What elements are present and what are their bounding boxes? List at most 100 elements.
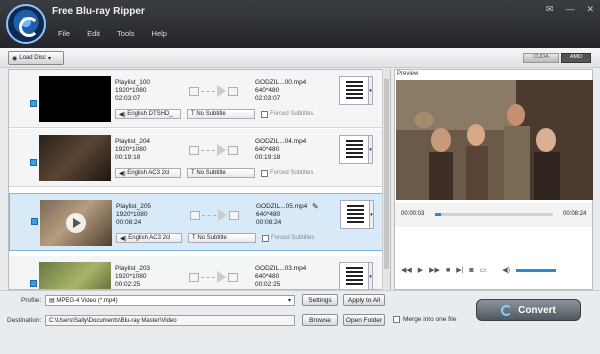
video-thumbnail[interactable] bbox=[39, 262, 111, 289]
audio-track-select[interactable]: ◀) English AC3 2cl bbox=[115, 168, 181, 178]
open-folder-button[interactable]: Open Folder bbox=[343, 314, 385, 326]
preview-frame-image bbox=[396, 80, 593, 200]
forced-subtitles[interactable]: Forced Subtitles bbox=[262, 234, 314, 242]
title-bar: Free Blu-ray Ripper File Edit Tools Help… bbox=[0, 0, 600, 48]
source-resolution: 1920*1080 bbox=[115, 273, 147, 280]
source-info: Playlist_205 1920*1080 00:08:24 bbox=[116, 203, 151, 227]
format-dropdown-icon[interactable]: ▾ bbox=[369, 200, 374, 229]
chevron-down-icon[interactable]: ▾ bbox=[48, 55, 51, 62]
audio-track-select[interactable]: ◀) English AC3 2cl bbox=[116, 233, 182, 243]
edit-pencil-icon[interactable]: ✎ bbox=[312, 202, 319, 211]
list-item[interactable]: Playlist_203 1920*1080 00:02:25 GODZIL..… bbox=[9, 256, 383, 289]
source-duration: 00:08:24 bbox=[116, 219, 142, 226]
format-dropdown-icon[interactable]: ▾ bbox=[368, 76, 373, 105]
forced-subtitles[interactable]: Forced Subtitles bbox=[261, 110, 313, 118]
source-duration: 00:19:18 bbox=[115, 154, 141, 161]
video-thumbnail[interactable] bbox=[40, 200, 112, 246]
speaker-icon: ◀) bbox=[119, 170, 128, 177]
subtitle-select[interactable]: T No Subtitle bbox=[187, 168, 255, 178]
output-resolution: 640*480 bbox=[255, 146, 280, 153]
convert-button[interactable]: Convert bbox=[476, 299, 581, 321]
output-info: GODZIL...03.mp4 640*480 00:02:25 bbox=[255, 265, 306, 289]
subtitle-select[interactable]: T No Subtitle bbox=[188, 233, 256, 243]
play-icon[interactable] bbox=[66, 213, 86, 233]
prev-frame-icon[interactable]: ◀◀ bbox=[401, 266, 412, 274]
track-controls: ◀) English AC3 2cl T No Subtitle Forced … bbox=[116, 232, 314, 244]
source-resolution: 1920*1080 bbox=[115, 87, 147, 94]
subtitle-select[interactable]: T No Subtitle bbox=[187, 109, 255, 119]
audio-track-select[interactable]: ◀) English DTSHD_ bbox=[115, 109, 181, 119]
profile-select[interactable]: ▤ MPEG-4 Video (*.mp4) ▾ bbox=[45, 295, 295, 306]
menu-file[interactable]: File bbox=[58, 29, 70, 38]
current-time: 00:00:03 bbox=[401, 211, 425, 217]
load-disc-label: Load Disc bbox=[19, 55, 46, 61]
track-controls: ◀) English AC3 2cl T No Subtitle Forced … bbox=[115, 167, 313, 179]
playlist-name: Playlist_205 bbox=[116, 203, 152, 210]
next-frame-icon[interactable]: ▶▶ bbox=[429, 266, 440, 274]
merge-checkbox[interactable] bbox=[393, 316, 400, 323]
playlist-name: Playlist_100 bbox=[115, 79, 151, 86]
item-checkbox[interactable] bbox=[30, 100, 37, 107]
output-duration: 00:19:18 bbox=[255, 154, 281, 161]
list-scrollbar[interactable] bbox=[382, 69, 390, 290]
browse-button[interactable]: Browse bbox=[302, 314, 338, 326]
feedback-icon[interactable]: ✉ bbox=[546, 4, 554, 15]
convert-arrow-icon bbox=[190, 208, 248, 222]
item-checkbox[interactable] bbox=[31, 218, 38, 225]
load-disc-button[interactable]: ◉ Load Disc ▾ bbox=[8, 51, 64, 65]
preview-label: Preview bbox=[397, 71, 419, 77]
menu-bar: File Edit Tools Help bbox=[58, 29, 184, 38]
destination-field[interactable]: C:\Users\Sally\Documents\Blu-ray Master\… bbox=[45, 315, 295, 326]
source-duration: 02:03:07 bbox=[115, 95, 141, 102]
menu-edit[interactable]: Edit bbox=[87, 29, 100, 38]
format-icon[interactable] bbox=[339, 262, 369, 289]
stop-icon[interactable]: ■ bbox=[446, 267, 450, 274]
output-duration: 00:02:25 bbox=[255, 281, 281, 288]
format-dropdown-icon[interactable]: ▾ bbox=[368, 262, 373, 289]
playback-controls: ◀◀ ▶ ▶▶ ■ ▶| ◙ ▭ ◀) bbox=[395, 260, 592, 280]
volume-slider[interactable] bbox=[515, 268, 556, 272]
format-dropdown-icon[interactable]: ▾ bbox=[368, 135, 373, 164]
source-info: Playlist_204 1920*1080 00:19:18 bbox=[115, 138, 150, 162]
format-icon[interactable] bbox=[340, 200, 370, 229]
timeline: 00:00:03 00:08:24 bbox=[395, 203, 592, 227]
menu-help[interactable]: Help bbox=[152, 29, 167, 38]
scrollbar-thumb[interactable] bbox=[384, 79, 389, 269]
output-resolution: 640*480 bbox=[255, 273, 280, 280]
end-icon[interactable]: ▶| bbox=[456, 266, 463, 274]
convert-label: Convert bbox=[518, 304, 556, 316]
seek-bar[interactable] bbox=[435, 213, 553, 216]
total-time: 00:08:24 bbox=[563, 211, 587, 217]
video-thumbnail[interactable] bbox=[39, 76, 111, 122]
forced-subtitles-checkbox bbox=[261, 110, 268, 118]
chevron-down-icon[interactable]: ▾ bbox=[288, 297, 294, 304]
apply-to-all-button[interactable]: Apply to All bbox=[343, 294, 385, 306]
list-item-selected[interactable]: Playlist_205 1920*1080 00:08:24 GODZIL..… bbox=[9, 193, 383, 251]
convert-arrow-icon bbox=[189, 270, 247, 284]
minimize-icon[interactable]: — bbox=[565, 4, 574, 15]
profile-label: Profile: bbox=[21, 297, 42, 304]
format-icon[interactable] bbox=[339, 76, 369, 105]
preview-video[interactable] bbox=[396, 80, 593, 200]
play-icon[interactable]: ▶ bbox=[418, 266, 423, 274]
destination-label: Destination: bbox=[7, 317, 42, 324]
merge-option[interactable]: Merge into one file bbox=[393, 316, 456, 323]
video-thumbnail[interactable] bbox=[39, 135, 111, 181]
menu-tools[interactable]: Tools bbox=[117, 29, 135, 38]
settings-button[interactable]: Settings bbox=[302, 294, 338, 306]
snapshot-icon[interactable]: ◙ bbox=[469, 267, 473, 274]
close-icon[interactable]: ✕ bbox=[586, 4, 594, 15]
forced-subtitles[interactable]: Forced Subtitles bbox=[261, 169, 313, 177]
item-checkbox[interactable] bbox=[30, 280, 37, 287]
playlist-name: Playlist_204 bbox=[115, 138, 151, 145]
volume-icon[interactable]: ◀) bbox=[502, 266, 510, 274]
format-icon[interactable] bbox=[339, 135, 369, 164]
list-item[interactable]: Playlist_100 1920*1080 02:03:07 GODZIL..… bbox=[9, 70, 383, 128]
list-item[interactable]: Playlist_204 1920*1080 00:19:18 GODZIL..… bbox=[9, 129, 383, 187]
forced-subtitles-checkbox bbox=[262, 234, 269, 242]
folder-icon[interactable]: ▭ bbox=[480, 266, 487, 274]
amd-badge[interactable]: AMD bbox=[561, 53, 591, 63]
output-name: GODZIL...03.mp4 bbox=[255, 265, 307, 272]
cuda-badge[interactable]: CUDA bbox=[523, 53, 559, 63]
item-checkbox[interactable] bbox=[30, 159, 37, 166]
